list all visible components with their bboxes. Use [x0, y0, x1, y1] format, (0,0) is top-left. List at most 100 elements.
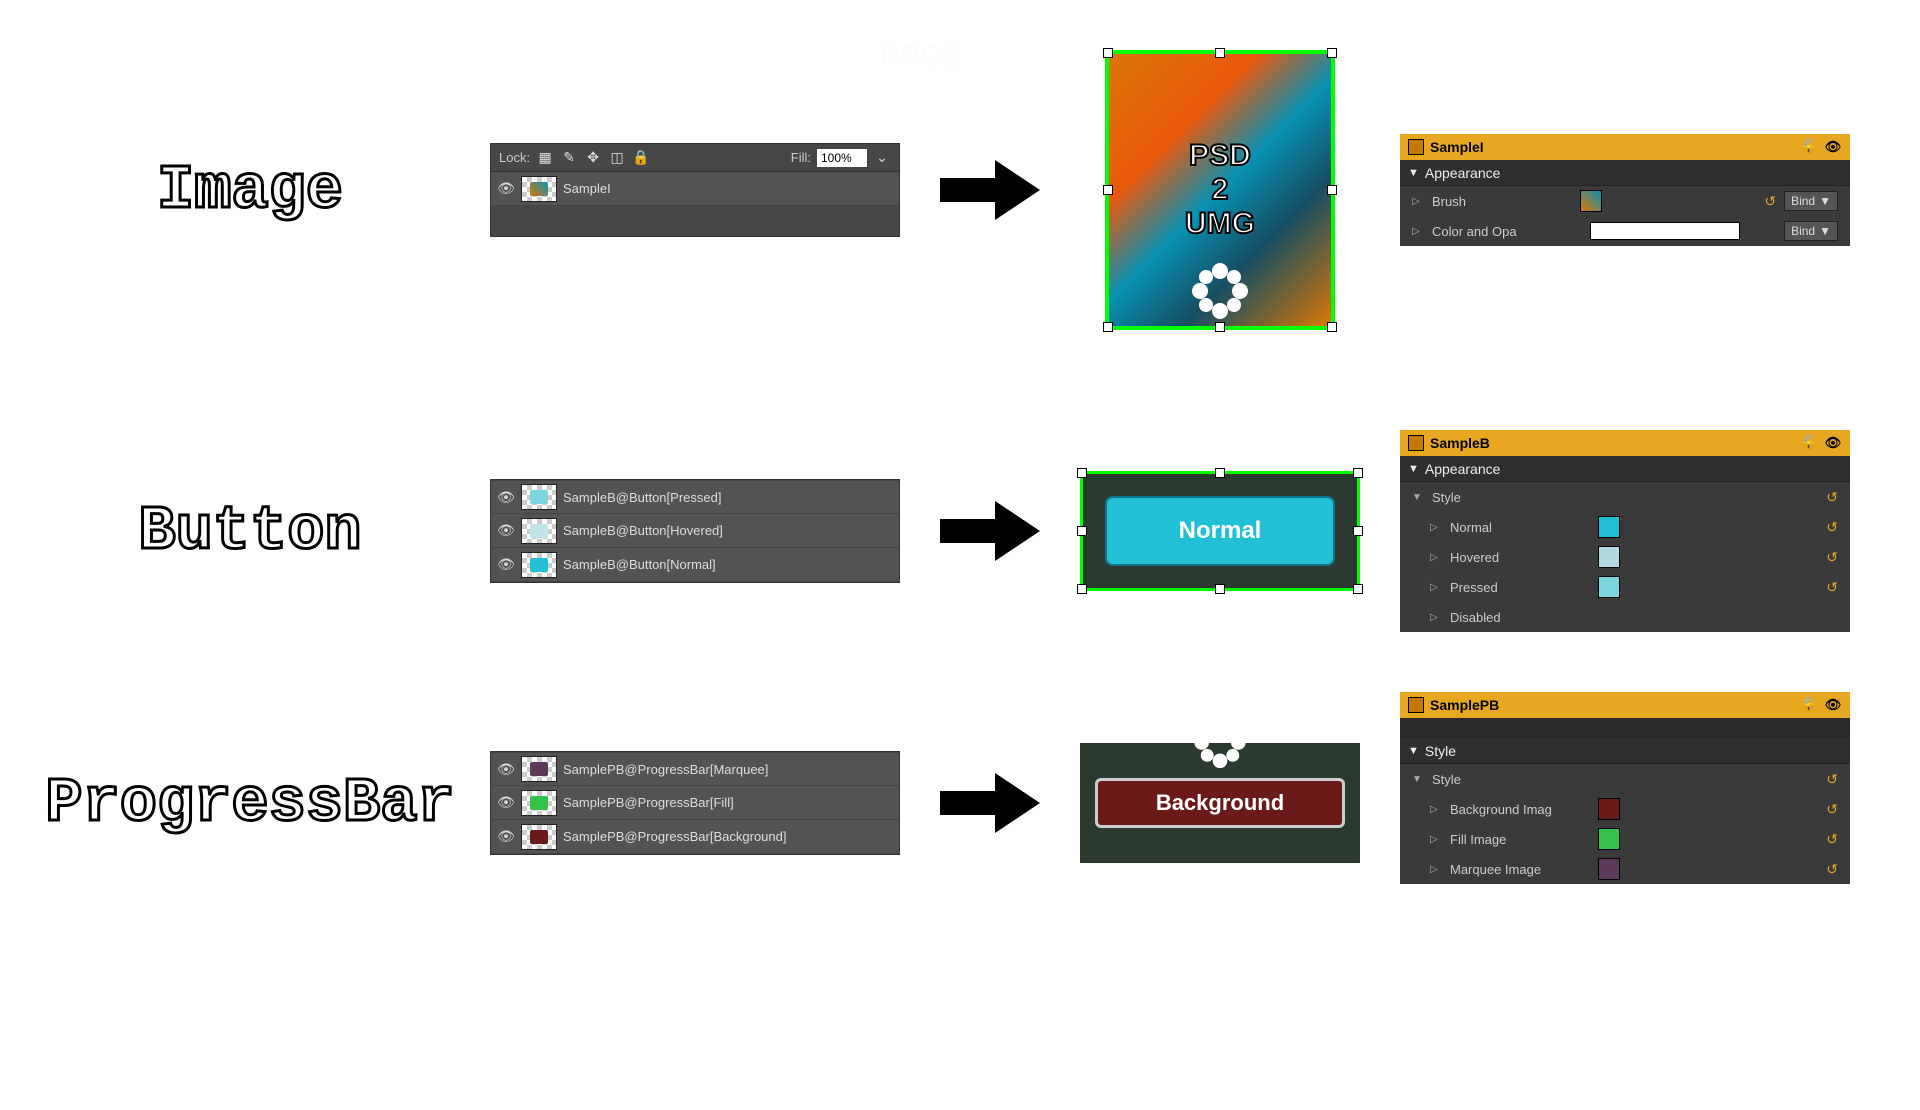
- prop-expand-icon[interactable]: ▼: [1412, 492, 1424, 503]
- swatch-hovered[interactable]: [1598, 546, 1620, 568]
- pb-label: Background: [1156, 790, 1284, 816]
- lock-move-icon[interactable]: ✥: [584, 149, 602, 167]
- widget-type-icon: [1408, 435, 1424, 451]
- reset-icon[interactable]: ↺: [1826, 549, 1838, 566]
- reset-icon[interactable]: ↺: [1826, 519, 1838, 536]
- preview-image: PSD 2 UMG: [1080, 50, 1360, 330]
- visibility-eye-icon[interactable]: 👁: [1824, 139, 1842, 155]
- lock-label: Lock:: [499, 150, 530, 165]
- lock-all-icon[interactable]: 🔒: [632, 149, 650, 167]
- brush-swatch[interactable]: [1580, 190, 1602, 212]
- visibility-eye-icon[interactable]: 👁: [1824, 697, 1842, 713]
- prop-expand-icon[interactable]: ▷: [1430, 522, 1442, 533]
- reset-icon[interactable]: ↺: [1826, 771, 1838, 788]
- prop-expand-icon[interactable]: ▷: [1430, 612, 1442, 623]
- visibility-icon[interactable]: 👁: [497, 522, 515, 540]
- prop-label: Hovered: [1450, 550, 1590, 565]
- reset-icon[interactable]: ↺: [1764, 193, 1776, 210]
- lock-brush-icon[interactable]: ✎: [560, 149, 578, 167]
- prop-expand-icon[interactable]: ▷: [1430, 552, 1442, 563]
- ue-prop-disabled: ▷ Disabled: [1400, 602, 1850, 632]
- ps-layer-normal[interactable]: 👁 SampleB@Button[Normal]: [491, 548, 899, 582]
- layer-thumb[interactable]: [521, 176, 557, 202]
- progressbar-background[interactable]: Background: [1095, 778, 1345, 828]
- unlock-icon[interactable]: 🔓: [1800, 139, 1818, 155]
- ue-section-appearance[interactable]: ▼ Appearance: [1400, 160, 1850, 186]
- prop-label: Style: [1432, 772, 1572, 787]
- lock-checker-icon[interactable]: ▦: [536, 149, 554, 167]
- reset-icon[interactable]: ↺: [1826, 801, 1838, 818]
- prop-expand-icon[interactable]: ▷: [1412, 226, 1424, 237]
- ps-layer-pressed[interactable]: 👁 SampleB@Button[Pressed]: [491, 480, 899, 514]
- ps-layer-bg[interactable]: 👁 SamplePB@ProgressBar[Background]: [491, 820, 899, 854]
- reset-icon[interactable]: ↺: [1826, 861, 1838, 878]
- button-normal[interactable]: Normal: [1105, 496, 1335, 566]
- color-bar[interactable]: [1590, 222, 1740, 240]
- section-expand-icon[interactable]: ▼: [1408, 167, 1419, 179]
- ue-prop-marquee-image: ▷ Marquee Image ↺: [1400, 854, 1850, 884]
- ps-empty-area: [491, 206, 899, 236]
- ue-header-title: SamplePB: [1430, 697, 1499, 713]
- layer-thumb[interactable]: [521, 756, 557, 782]
- reset-icon[interactable]: ↺: [1826, 579, 1838, 596]
- layer-thumb[interactable]: [521, 484, 557, 510]
- button-widget-preview[interactable]: Normal: [1080, 471, 1360, 591]
- visibility-eye-icon[interactable]: 👁: [1824, 435, 1842, 451]
- ue-panel-pb: SamplePB 🔓 👁 ▼ Style ▼ Style ↺ ▷ Backgro…: [1400, 692, 1850, 884]
- ue-prop-pressed: ▷ Pressed ↺: [1400, 572, 1850, 602]
- visibility-icon[interactable]: 👁: [497, 180, 515, 198]
- lock-crop-icon[interactable]: ◫: [608, 149, 626, 167]
- visibility-icon[interactable]: 👁: [497, 828, 515, 846]
- section-title: Appearance: [1425, 461, 1501, 477]
- swatch-normal[interactable]: [1598, 516, 1620, 538]
- section-expand-icon[interactable]: ▼: [1408, 745, 1419, 757]
- prop-expand-icon[interactable]: ▷: [1430, 582, 1442, 593]
- ue-panel-button: SampleB 🔓 👁 ▼ Appearance ▼ Style ↺ ▷ Nor…: [1400, 430, 1850, 632]
- visibility-icon[interactable]: 👁: [497, 760, 515, 778]
- unlock-icon[interactable]: 🔓: [1800, 435, 1818, 451]
- ps-layer-samplei[interactable]: 👁 SampleI: [491, 172, 899, 206]
- reset-icon[interactable]: ↺: [1826, 831, 1838, 848]
- visibility-icon[interactable]: 👁: [497, 556, 515, 574]
- layer-thumb[interactable]: [521, 552, 557, 578]
- ps-layer-marquee[interactable]: 👁 SamplePB@ProgressBar[Marquee]: [491, 752, 899, 786]
- visibility-icon[interactable]: 👁: [497, 488, 515, 506]
- bind-button[interactable]: Bind▼: [1784, 191, 1838, 211]
- ps-layer-hovered[interactable]: 👁 SampleB@Button[Hovered]: [491, 514, 899, 548]
- flower-icon: [1190, 261, 1250, 321]
- layer-thumb[interactable]: [521, 824, 557, 850]
- prop-expand-icon[interactable]: ▼: [1412, 774, 1424, 785]
- button-label: Normal: [1179, 517, 1262, 545]
- swatch-bg[interactable]: [1598, 798, 1620, 820]
- ue-panel-image: SampleI 🔓 👁 ▼ Appearance ▷ Brush ↺ Bind▼…: [1400, 134, 1850, 246]
- layer-thumb[interactable]: [521, 790, 557, 816]
- ue-header-image[interactable]: SampleI 🔓 👁: [1400, 134, 1850, 160]
- prop-label: Disabled: [1450, 610, 1590, 625]
- fill-dropdown-icon[interactable]: ⌄: [873, 149, 891, 167]
- ue-prop-brush: ▷ Brush ↺ Bind▼: [1400, 186, 1850, 216]
- section-expand-icon[interactable]: ▼: [1408, 463, 1419, 475]
- ue-header-pb[interactable]: SamplePB 🔓 👁: [1400, 692, 1850, 718]
- visibility-icon[interactable]: 👁: [497, 794, 515, 812]
- fill-input[interactable]: [817, 149, 867, 167]
- image-widget-preview[interactable]: PSD 2 UMG: [1105, 50, 1335, 330]
- prop-expand-icon[interactable]: ▷: [1430, 804, 1442, 815]
- unlock-icon[interactable]: 🔓: [1800, 697, 1818, 713]
- preview-text-3: UMG: [1185, 207, 1255, 241]
- prop-label: Background Imag: [1450, 802, 1590, 817]
- prop-expand-icon[interactable]: ▷: [1430, 864, 1442, 875]
- ue-section-style[interactable]: ▼ Style: [1400, 738, 1850, 764]
- prop-label: Marquee Image: [1450, 862, 1590, 877]
- pb-widget-preview[interactable]: Background: [1080, 743, 1360, 863]
- prop-expand-icon[interactable]: ▷: [1412, 196, 1424, 207]
- ps-layer-fill[interactable]: 👁 SamplePB@ProgressBar[Fill]: [491, 786, 899, 820]
- ue-section-appearance[interactable]: ▼ Appearance: [1400, 456, 1850, 482]
- reset-icon[interactable]: ↺: [1826, 489, 1838, 506]
- bind-button[interactable]: Bind▼: [1784, 221, 1838, 241]
- layer-thumb[interactable]: [521, 518, 557, 544]
- ue-header-button[interactable]: SampleB 🔓 👁: [1400, 430, 1850, 456]
- swatch-fill[interactable]: [1598, 828, 1620, 850]
- swatch-marquee[interactable]: [1598, 858, 1620, 880]
- prop-expand-icon[interactable]: ▷: [1430, 834, 1442, 845]
- swatch-pressed[interactable]: [1598, 576, 1620, 598]
